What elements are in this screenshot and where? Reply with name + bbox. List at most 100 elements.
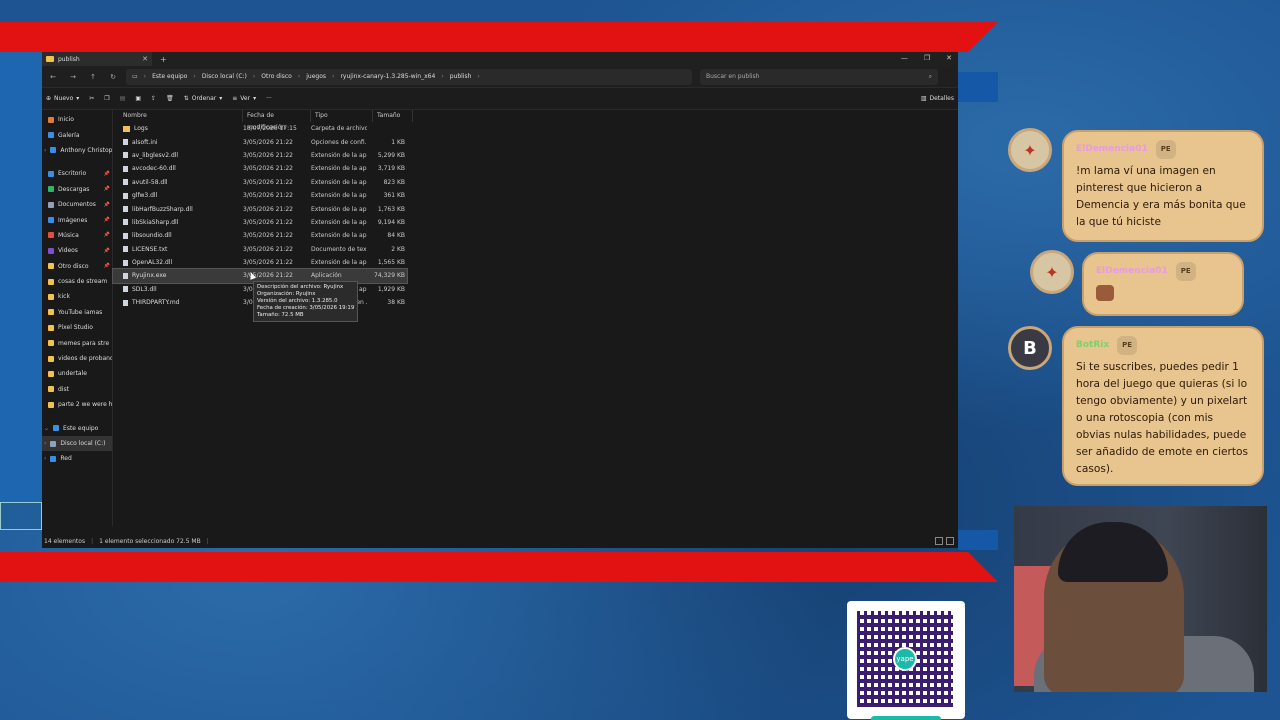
- breadcrumb-item[interactable]: publish: [450, 73, 472, 80]
- chevron-right-icon[interactable]: ›: [298, 73, 300, 80]
- paste-button[interactable]: ▤: [120, 95, 126, 102]
- details-view-icon[interactable]: [935, 537, 943, 545]
- file-name-cell[interactable]: Logs: [113, 125, 237, 132]
- breadcrumb-item[interactable]: juegos: [306, 73, 326, 80]
- sidebar-item[interactable]: Otro disco 📌: [42, 259, 112, 274]
- tab-publish[interactable]: publish ✕: [42, 52, 152, 66]
- chevron-right-icon[interactable]: ›: [332, 73, 334, 80]
- table-row[interactable]: av_libglesv2.dll 3/05/2026 21:22 Extensión…: [113, 149, 958, 162]
- file-name-cell[interactable]: glfw3.dll: [113, 192, 237, 199]
- file-name-cell[interactable]: SDL3.dll: [113, 286, 237, 293]
- file-name-cell[interactable]: libsoundio.dll: [113, 232, 237, 239]
- table-row[interactable]: avcodec-60.dll 3/05/2026 21:22 Extensión d…: [113, 162, 958, 175]
- table-row[interactable]: THIRDPARTY.md3/05/2026 21:22Archivo de o…: [113, 296, 958, 309]
- rename-button[interactable]: ▣: [135, 95, 141, 102]
- sidebar-item[interactable]: YouTube iamas: [42, 305, 112, 320]
- column-header-date[interactable]: Fecha de modificación: [243, 110, 311, 131]
- chevron-right-icon[interactable]: ›: [253, 73, 255, 80]
- cut-button[interactable]: ✂: [89, 95, 94, 102]
- breadcrumb-item[interactable]: Otro disco: [261, 73, 292, 80]
- table-row[interactable]: LICENSE.txt 3/05/2026 21:22 Documento de t…: [113, 243, 958, 256]
- table-row[interactable]: alsoft.ini 3/05/2026 21:22 Opciones de con…: [113, 135, 958, 148]
- back-icon[interactable]: ←: [46, 73, 60, 81]
- more-button[interactable]: ···: [266, 95, 272, 102]
- close-icon[interactable]: ✕: [946, 54, 952, 62]
- close-tab-icon[interactable]: ✕: [142, 55, 148, 63]
- sidebar-item[interactable]: Descargas 📌: [42, 182, 112, 197]
- chevron-right-icon[interactable]: ›: [441, 73, 443, 80]
- sidebar-item[interactable]: Escritorio 📌: [42, 166, 112, 181]
- share-button[interactable]: ⇪: [151, 95, 156, 102]
- sidebar-item[interactable]: dist: [42, 382, 112, 397]
- tiles-view-icon[interactable]: [946, 537, 954, 545]
- folder-icon: [48, 170, 54, 177]
- chevron-icon[interactable]: ⌄: [44, 425, 49, 432]
- file-name-cell[interactable]: libHarfBuzzSharp.dll: [113, 206, 237, 213]
- file-name-cell[interactable]: alsoft.ini: [113, 139, 237, 146]
- sidebar-item[interactable]: kick: [42, 289, 112, 304]
- file-list[interactable]: Nombre Fecha de modificación Tipo Tamaño…: [112, 110, 958, 526]
- table-row[interactable]: SDL3.dll3/05/2026 21:22Extensión de la a…: [113, 283, 958, 296]
- navigation-pane[interactable]: Inicio Galería › Anthony Christoph Escritori…: [42, 110, 113, 526]
- table-row[interactable]: Logs 18/07/2026 17:15 Carpeta de archivos: [113, 122, 958, 135]
- sidebar-item[interactable]: Pixel Studio: [42, 320, 112, 335]
- minimize-icon[interactable]: —: [901, 54, 908, 62]
- maximize-icon[interactable]: ❐: [924, 54, 930, 62]
- file-explorer-window[interactable]: publish ✕ + — ❐ ✕ ← → ↑ ↻ ▭ › Este equip…: [42, 52, 958, 548]
- item-count: 14 elementos: [44, 537, 86, 545]
- sidebar-item[interactable]: cosas de stream: [42, 274, 112, 289]
- sort-button[interactable]: ⇅ Ordenar ▾: [184, 95, 223, 102]
- file-name-cell[interactable]: av_libglesv2.dll: [113, 152, 237, 159]
- file-name-cell[interactable]: THIRDPARTY.md: [113, 299, 237, 306]
- sidebar-item[interactable]: ⌄ Este equipo: [42, 420, 112, 435]
- details-button[interactable]: ▥ Detalles: [921, 95, 954, 102]
- column-header-size[interactable]: Tamaño: [373, 110, 413, 122]
- file-name-cell[interactable]: libSkiaSharp.dll: [113, 219, 237, 226]
- column-header-name[interactable]: Nombre: [113, 110, 243, 122]
- view-button[interactable]: ≡ Ver ▾: [232, 95, 256, 102]
- table-row[interactable]: glfw3.dll 3/05/2026 21:22 Extensión de la …: [113, 189, 958, 202]
- table-row[interactable]: avutil-58.dll 3/05/2026 21:22 Extensión de…: [113, 176, 958, 189]
- sidebar-item[interactable]: undertale: [42, 366, 112, 381]
- chevron-icon[interactable]: ›: [44, 455, 46, 462]
- breadcrumb-item[interactable]: Este equipo: [152, 73, 187, 80]
- chevron-right-icon[interactable]: ›: [477, 73, 479, 80]
- breadcrumb-item[interactable]: Disco local (C:): [202, 73, 247, 80]
- chevron-right-icon[interactable]: ›: [193, 73, 195, 80]
- file-name-cell[interactable]: avcodec-60.dll: [113, 165, 237, 172]
- sidebar-item[interactable]: Imágenes 📌: [42, 212, 112, 227]
- column-header-type[interactable]: Tipo: [311, 110, 373, 122]
- file-name-cell[interactable]: Ryujinx.exe: [113, 272, 237, 279]
- up-icon[interactable]: ↑: [86, 73, 100, 81]
- sidebar-item[interactable]: Inicio: [42, 112, 112, 127]
- sidebar-item[interactable]: Galería: [42, 127, 112, 142]
- copy-button[interactable]: ❐: [104, 95, 109, 102]
- sidebar-item[interactable]: Música 📌: [42, 228, 112, 243]
- delete-button[interactable]: 🗑: [166, 95, 174, 102]
- chevron-icon[interactable]: ›: [44, 147, 46, 154]
- sidebar-item-label: memes para stre: [58, 339, 110, 347]
- table-row[interactable]: libHarfBuzzSharp.dll 3/05/2026 21:22 Exten…: [113, 202, 958, 215]
- new-tab-icon[interactable]: +: [160, 55, 167, 64]
- file-name-cell[interactable]: avutil-58.dll: [113, 179, 237, 186]
- sidebar-item[interactable]: Documentos 📌: [42, 197, 112, 212]
- search-input[interactable]: Buscar en publish ⌕: [700, 68, 938, 85]
- sidebar-item[interactable]: › Disco local (C:): [42, 435, 112, 452]
- file-name-cell[interactable]: OpenAL32.dll: [113, 259, 237, 266]
- file-name-cell[interactable]: LICENSE.txt: [113, 246, 237, 253]
- new-button[interactable]: ⊕ Nuevo ▾: [46, 95, 79, 102]
- table-row[interactable]: libSkiaSharp.dll 3/05/2026 21:22 Extensión…: [113, 216, 958, 229]
- sidebar-item[interactable]: › Red: [42, 451, 112, 466]
- sidebar-item[interactable]: videos de probando: [42, 351, 112, 366]
- sidebar-item[interactable]: memes para stre: [42, 335, 112, 350]
- breadcrumb[interactable]: ▭ › Este equipo › Disco local (C:) › Otro di…: [126, 68, 692, 85]
- sidebar-item[interactable]: › Anthony Christoph: [42, 143, 112, 158]
- forward-icon[interactable]: →: [66, 73, 80, 81]
- table-row[interactable]: libsoundio.dll 3/05/2026 21:22 Extensión d…: [113, 229, 958, 242]
- table-row[interactable]: OpenAL32.dll 3/05/2026 21:22 Extensión de …: [113, 256, 958, 269]
- refresh-icon[interactable]: ↻: [106, 73, 120, 81]
- sidebar-item[interactable]: Videos 📌: [42, 243, 112, 258]
- chevron-icon[interactable]: ›: [44, 440, 46, 447]
- sidebar-item[interactable]: parte 2 we were her: [42, 397, 112, 412]
- breadcrumb-item[interactable]: ryujinx-canary-1.3.285-win_x64: [340, 73, 435, 80]
